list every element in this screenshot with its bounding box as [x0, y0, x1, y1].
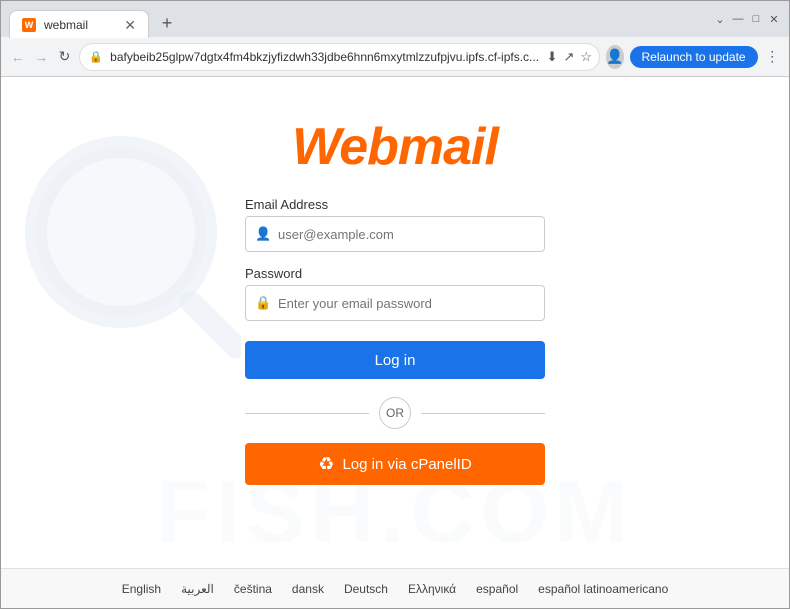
more-menu-button[interactable]: ⋮: [764, 44, 781, 70]
share-icon[interactable]: ↗: [564, 49, 575, 65]
email-input[interactable]: [245, 216, 545, 252]
download-icon[interactable]: ⬇: [547, 49, 558, 65]
lang-german[interactable]: Deutsch: [344, 582, 388, 596]
lock-icon: 🔒: [89, 50, 103, 63]
language-bar: English العربية čeština dansk Deutsch Ελ…: [1, 568, 789, 608]
password-input[interactable]: [245, 285, 545, 321]
webmail-logo: Webmail: [292, 117, 498, 177]
cpanel-icon: ♻: [318, 454, 334, 475]
tab-close-button[interactable]: ✕: [124, 18, 136, 32]
address-wrapper: 🔒 bafybeib25glpw7dgtx4fm4bkzjyfizdwh33jd…: [79, 43, 600, 71]
tab-title: webmail: [44, 18, 88, 32]
address-bar-icons: ⬇ ↗ ☆: [547, 49, 592, 65]
or-text: OR: [386, 406, 404, 420]
cpanel-login-button[interactable]: ♻ Log in via cPanelID: [245, 443, 545, 485]
relaunch-button[interactable]: Relaunch to update: [630, 46, 758, 68]
lang-arabic[interactable]: العربية: [181, 582, 214, 596]
lang-spanish-latin[interactable]: español latinoamericano: [538, 582, 668, 596]
maximize-button[interactable]: □: [749, 12, 763, 26]
lang-english[interactable]: English: [122, 582, 161, 596]
minimize-button[interactable]: —: [731, 12, 745, 26]
minimize-dropdown-icon[interactable]: ⌄: [713, 12, 727, 26]
url-text: bafybeib25glpw7dgtx4fm4bkzjyfizdwh33jdbe…: [110, 50, 539, 64]
tab-bar: W webmail ✕ +: [9, 1, 705, 37]
email-field-wrapper: 👤: [245, 216, 545, 252]
login-button-label: Log in: [375, 352, 416, 369]
or-divider: OR: [245, 397, 545, 429]
email-label: Email Address: [245, 197, 545, 212]
tab-favicon: W: [22, 18, 36, 32]
bookmark-icon[interactable]: ☆: [580, 49, 592, 65]
close-button[interactable]: ✕: [767, 12, 781, 26]
relaunch-label: Relaunch to update: [642, 50, 746, 64]
forward-button[interactable]: →: [32, 44, 49, 70]
title-bar: W webmail ✕ + ⌄ — □ ✕: [1, 1, 789, 37]
active-tab[interactable]: W webmail ✕: [9, 10, 149, 38]
or-line-left: [245, 413, 369, 414]
lang-spanish[interactable]: español: [476, 582, 518, 596]
lang-danish[interactable]: dansk: [292, 582, 324, 596]
page-content: FISH.COM Webmail Email Address 👤 Passwor…: [1, 77, 789, 608]
address-bar: ← → ↻ 🔒 bafybeib25glpw7dgtx4fm4bkzjyfizd…: [1, 37, 789, 77]
or-line-right: [421, 413, 545, 414]
back-button[interactable]: ←: [9, 44, 26, 70]
lang-czech[interactable]: čeština: [234, 582, 272, 596]
password-field-wrapper: 🔒: [245, 285, 545, 321]
or-circle: OR: [379, 397, 411, 429]
profile-icon[interactable]: 👤: [606, 45, 623, 69]
lang-greek[interactable]: Ελληνικά: [408, 582, 456, 596]
cpanel-btn-label: Log in via cPanelID: [342, 456, 471, 473]
window-controls: ⌄ — □ ✕: [713, 12, 781, 26]
login-form: Email Address 👤 Password 🔒 Log in OR: [245, 197, 545, 485]
login-button[interactable]: Log in: [245, 341, 545, 379]
reload-button[interactable]: ↻: [56, 44, 73, 70]
address-field[interactable]: bafybeib25glpw7dgtx4fm4bkzjyfizdwh33jdbe…: [79, 43, 600, 71]
browser-window: W webmail ✕ + ⌄ — □ ✕ ← → ↻ 🔒 bafybeib25…: [0, 0, 790, 609]
new-tab-button[interactable]: +: [153, 9, 181, 37]
magnifier-watermark: [21, 132, 241, 377]
logo-section: Webmail: [292, 117, 498, 177]
lock-icon: 🔒: [255, 295, 271, 311]
user-icon: 👤: [255, 226, 271, 242]
password-label: Password: [245, 266, 545, 281]
